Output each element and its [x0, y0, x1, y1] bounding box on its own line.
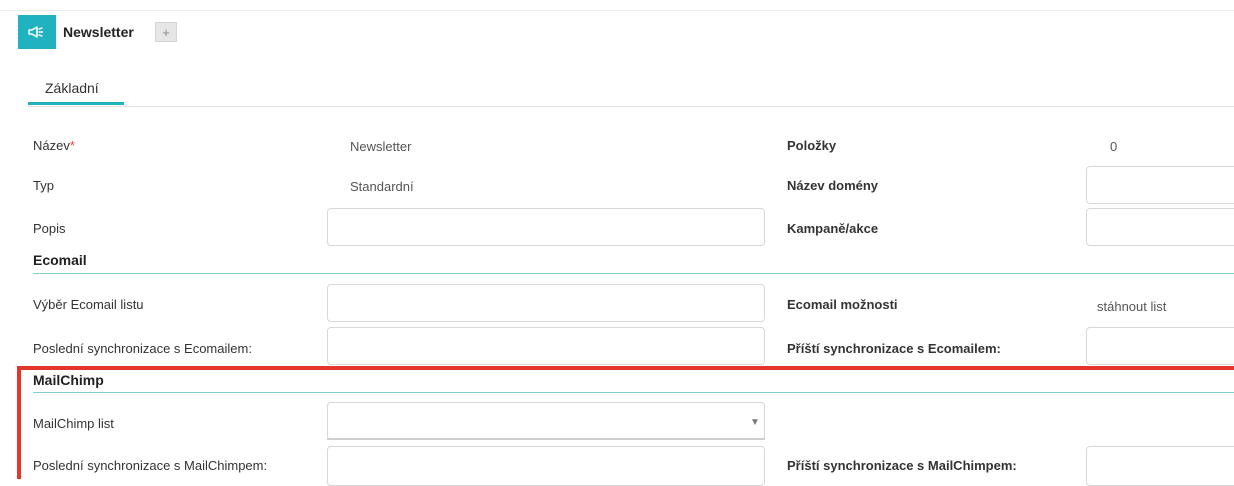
ecomail-list-input[interactable] [327, 284, 765, 322]
required-marker: * [69, 138, 75, 153]
mailchimp-list-select[interactable] [327, 402, 765, 440]
nazev-label-text: Název [33, 138, 70, 153]
nazev-label: Název* [33, 138, 75, 153]
ecomail-section-title: Ecomail [33, 252, 87, 268]
ecomail-next-sync-input[interactable] [1086, 327, 1234, 365]
chevron-down-icon[interactable]: ▼ [750, 417, 760, 428]
mailchimp-last-sync-label: Poslední synchronizace s MailChimpem: [33, 458, 268, 473]
nazev-domeny-input[interactable] [1086, 166, 1234, 204]
ecomail-last-sync-input[interactable] [327, 327, 765, 365]
tab-zakladni[interactable]: Základní [45, 80, 99, 96]
mailchimp-last-sync-input[interactable] [327, 446, 765, 486]
kampane-label: Kampaně/akce [787, 221, 879, 236]
ecomail-options-value[interactable]: stáhnout list [1097, 299, 1166, 314]
ecomail-next-sync-label: Příští synchronizace s Ecomailem: [787, 341, 1001, 356]
popis-input[interactable] [327, 208, 765, 246]
mailchimp-next-sync-label: Příští synchronizace s MailChimpem: [787, 458, 1017, 473]
active-tab-indicator [28, 102, 124, 105]
nazev-value: Newsletter [350, 139, 412, 154]
page-title: Newsletter [63, 24, 134, 40]
typ-label: Typ [33, 178, 54, 193]
typ-value: Standardní [350, 179, 414, 194]
mailchimp-next-sync-input[interactable] [1086, 446, 1234, 486]
nazev-domeny-label: Název domény [787, 178, 879, 193]
highlight-frame-top [17, 366, 1234, 370]
highlight-frame-left [17, 366, 21, 479]
ecomail-options-label: Ecomail možnosti [787, 297, 898, 312]
mailchimp-section-divider [33, 392, 1234, 393]
add-button[interactable]: + [155, 22, 177, 42]
mailchimp-section-title: MailChimp [33, 372, 104, 388]
megaphone-icon[interactable] [18, 15, 56, 49]
top-divider [0, 10, 1234, 11]
polozky-label: Položky [787, 138, 837, 153]
tab-divider [28, 106, 1234, 107]
popis-label: Popis [33, 221, 66, 236]
mailchimp-list-underline [327, 438, 765, 440]
mailchimp-list-label: MailChimp list [33, 416, 114, 431]
ecomail-section-divider [33, 273, 1234, 274]
kampane-input[interactable] [1086, 208, 1234, 246]
ecomail-last-sync-label: Poslední synchronizace s Ecomailem: [33, 341, 252, 356]
polozky-value: 0 [1110, 139, 1118, 154]
ecomail-list-label: Výběr Ecomail listu [33, 297, 144, 312]
